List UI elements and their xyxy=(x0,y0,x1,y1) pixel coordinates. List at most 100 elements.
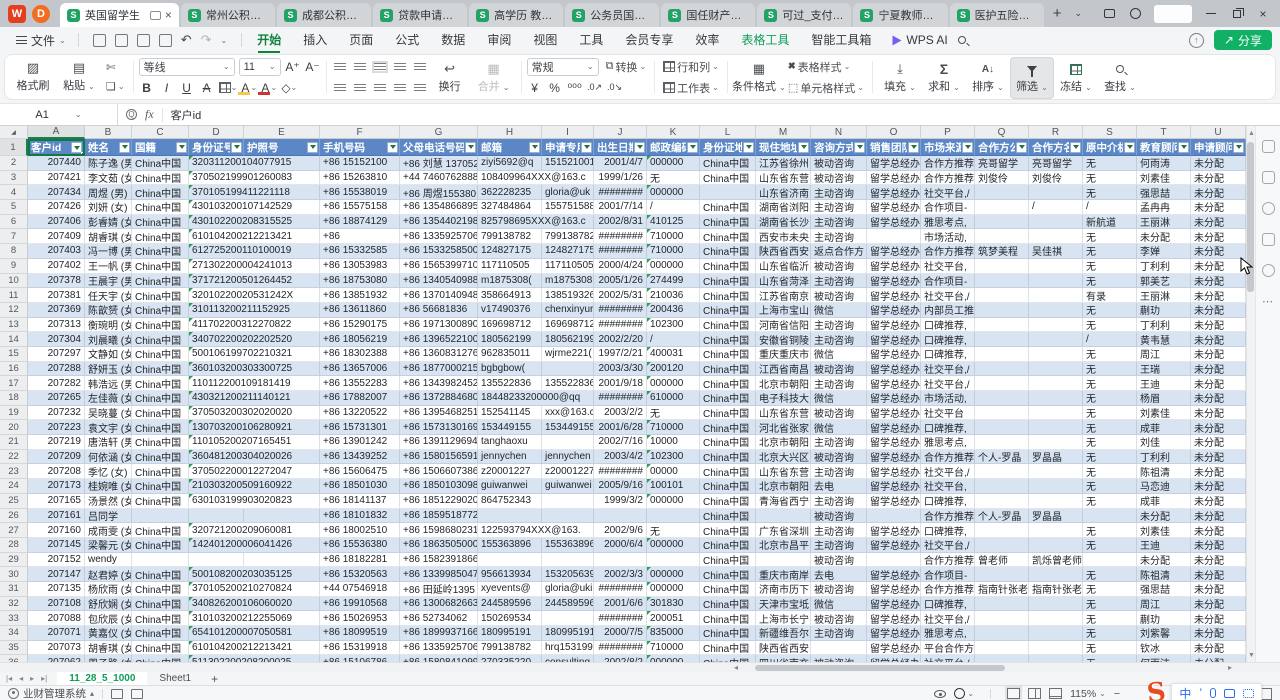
filter-dropdown-button[interactable] xyxy=(387,142,398,153)
cell[interactable]: +86 周煜155380 xyxy=(400,185,478,200)
cell[interactable]: 130703200106280921 xyxy=(189,420,244,435)
cell[interactable]: 被动咨询 xyxy=(811,288,867,303)
align-center-icon[interactable] xyxy=(352,80,368,96)
cell[interactable]: 962835011 xyxy=(478,347,542,362)
cell[interactable]: 江苏省南京 xyxy=(756,288,811,303)
cell-style-button[interactable]: ⬚单元格样式⌄ xyxy=(785,80,867,96)
menu-item-8[interactable]: 会员专享 xyxy=(614,27,684,53)
column-header-E[interactable]: E xyxy=(244,126,320,139)
column-header-R[interactable]: R xyxy=(1029,126,1083,139)
cell[interactable]: 430102200208315525 xyxy=(189,215,244,230)
cell[interactable]: 李婵 xyxy=(1137,244,1191,259)
cell[interactable]: 未分配 xyxy=(1191,229,1246,244)
filter-dropdown-button[interactable] xyxy=(176,142,187,153)
first-sheet-icon[interactable]: |◂ xyxy=(6,674,12,683)
cell[interactable]: 陈祖清 xyxy=(1137,567,1191,582)
cell[interactable]: China中国 xyxy=(700,362,756,377)
cell[interactable]: China中国 xyxy=(700,391,756,406)
cell[interactable]: 2001/6/6 xyxy=(594,597,647,612)
cell[interactable]: 包欣辰 (女 xyxy=(85,611,132,626)
cell[interactable]: 110112200109181419 xyxy=(189,376,244,391)
cell[interactable]: 留学总经办 xyxy=(867,655,921,662)
cell[interactable]: 罗晶晶 xyxy=(1029,509,1083,524)
cell[interactable]: 200120 xyxy=(647,362,700,377)
fill-button[interactable]: ⤓ 填充 ⌄ xyxy=(878,57,922,99)
cell[interactable]: 市场活动, xyxy=(921,391,975,406)
cell[interactable]: 000000 xyxy=(647,376,700,391)
cell[interactable]: 无 xyxy=(1083,450,1137,465)
cell[interactable]: gloria@uk xyxy=(542,185,594,200)
cell[interactable]: 舒欣娴 (女 xyxy=(85,597,132,612)
column-header-F[interactable]: F xyxy=(320,126,400,139)
cell[interactable]: 117110505 xyxy=(478,259,542,274)
cell[interactable]: 未分配 xyxy=(1191,318,1246,333)
cell[interactable]: 未分配 xyxy=(1191,435,1246,450)
cell[interactable]: 无 xyxy=(1083,376,1137,391)
cell[interactable]: ziyi5692@q xyxy=(478,156,542,171)
cell[interactable]: 32010220020531242X xyxy=(189,288,244,303)
cell[interactable]: 胡睿琪 (女 xyxy=(85,641,132,656)
cell[interactable]: China中国 xyxy=(700,244,756,259)
cell[interactable]: China中国 xyxy=(700,567,756,582)
selection-mode-button[interactable]: ⌄ xyxy=(954,688,974,699)
cell[interactable]: 207282 xyxy=(28,376,85,391)
cell[interactable]: 152541145 xyxy=(478,406,542,421)
cell[interactable]: China中国 xyxy=(132,347,189,362)
cell[interactable]: 李文茹 (女 xyxy=(85,171,132,186)
system-label[interactable]: 业财管理系统 xyxy=(23,686,86,700)
cell[interactable]: 钦冰 xyxy=(1137,641,1191,656)
cell[interactable]: 310113200211152925 xyxy=(189,303,244,318)
cell[interactable]: 亮哥留学 xyxy=(975,156,1029,171)
cell[interactable]: 社交平台, xyxy=(921,479,975,494)
cell[interactable]: China中国 xyxy=(700,494,756,509)
cell[interactable]: wjrme221( xyxy=(542,347,594,362)
row-header-24[interactable]: 24 xyxy=(0,479,28,494)
strikethrough-button[interactable]: A xyxy=(199,80,215,96)
cell[interactable]: 未分配 xyxy=(1191,347,1246,362)
row-header-1[interactable]: 1 xyxy=(0,139,28,156)
row-header-23[interactable]: 23 xyxy=(0,464,28,479)
cell[interactable] xyxy=(975,376,1029,391)
cell[interactable] xyxy=(647,553,700,568)
column-header-T[interactable]: T xyxy=(1137,126,1191,139)
cell[interactable]: 山东省菏泽 xyxy=(756,274,811,289)
cell[interactable]: 留学总经办 xyxy=(867,391,921,406)
file-tab[interactable]: S高学历 教授.xlsx xyxy=(469,3,563,27)
cell[interactable]: tanghaoxu xyxy=(478,435,542,450)
cell[interactable] xyxy=(975,435,1029,450)
cell[interactable]: 未分配 xyxy=(1191,259,1246,274)
cell[interactable]: 110105200207165451 xyxy=(189,435,244,450)
cell[interactable]: 无 xyxy=(1083,567,1137,582)
cell[interactable]: 210036 xyxy=(647,288,700,303)
justify-icon[interactable] xyxy=(392,80,408,96)
row-header-32[interactable]: 32 xyxy=(0,597,28,612)
header-cell[interactable]: 市场来源 xyxy=(921,139,975,156)
cell[interactable] xyxy=(975,538,1029,553)
align-top-icon[interactable] xyxy=(332,59,348,75)
row-header-31[interactable]: 31 xyxy=(0,582,28,597)
row-header-27[interactable]: 27 xyxy=(0,523,28,538)
cell[interactable]: 王瑞 xyxy=(1137,362,1191,377)
cell[interactable] xyxy=(1029,259,1083,274)
cell[interactable]: 刘紫馨 xyxy=(1137,626,1191,641)
cell[interactable]: 合作项目- xyxy=(921,200,975,215)
cell[interactable]: 筑梦美程 xyxy=(975,244,1029,259)
cell[interactable]: +86 1877000215 xyxy=(400,362,478,377)
cell[interactable] xyxy=(1029,332,1083,347)
ime-mic-icon[interactable] xyxy=(1210,688,1216,698)
cell[interactable]: 湖南省长沙 xyxy=(756,215,811,230)
menu-item-4[interactable]: 数据 xyxy=(430,27,476,53)
cell[interactable]: 主动咨询 xyxy=(811,435,867,450)
cell[interactable]: China中国 xyxy=(132,288,189,303)
cell[interactable]: 710000 xyxy=(647,641,700,656)
cell[interactable]: 蒯玏 xyxy=(1137,611,1191,626)
row-header-3[interactable]: 3 xyxy=(0,171,28,186)
cell[interactable]: 社交平台,/ xyxy=(921,185,975,200)
cell[interactable]: m1875308 xyxy=(542,274,594,289)
cell[interactable]: 主动咨询 xyxy=(811,523,867,538)
cell[interactable]: +86 15026953 xyxy=(320,611,400,626)
cell[interactable] xyxy=(975,420,1029,435)
cell[interactable]: 指南针张老 xyxy=(1029,582,1083,597)
cell[interactable]: 未分配 xyxy=(1137,229,1191,244)
column-header-G[interactable]: G xyxy=(400,126,478,139)
